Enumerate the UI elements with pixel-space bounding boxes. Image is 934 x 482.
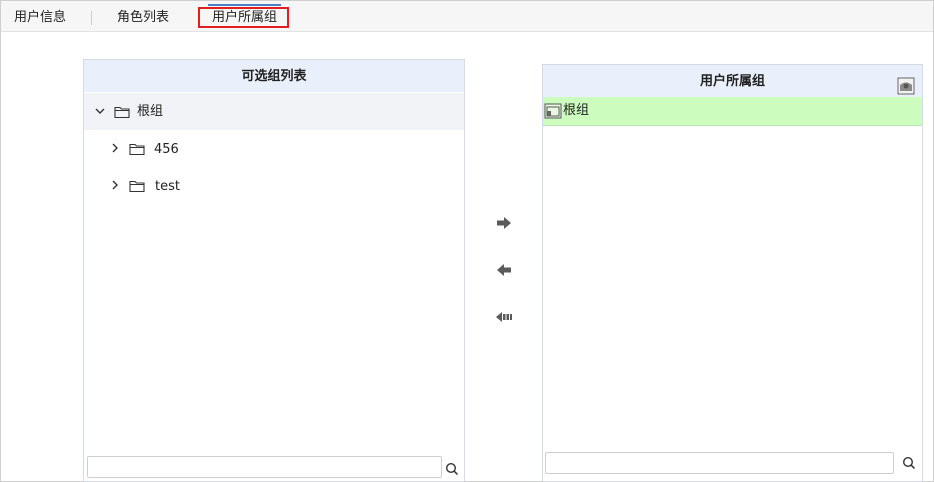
tab-role-list[interactable]: 角色列表	[117, 1, 169, 31]
user-groups-search-input[interactable]	[545, 452, 894, 474]
tab-bar: 用户信息 角色列表 用户所属组	[1, 1, 933, 32]
tree-node-456[interactable]: 456	[84, 130, 464, 167]
panel-title: 可选组列表	[84, 60, 464, 92]
tree-node-root[interactable]: 根组	[84, 93, 464, 130]
chevron-right-icon[interactable]	[109, 179, 121, 191]
group-settings-icon[interactable]	[897, 77, 915, 95]
folder-icon	[114, 106, 130, 119]
tree-node-label: test	[155, 179, 180, 194]
available-groups-panel: 可选组列表 根组 456 test	[83, 59, 465, 482]
add-arrow-button[interactable]	[495, 215, 513, 231]
user-groups-panel: 用户所属组 根组	[542, 64, 923, 482]
tree-node-label: 456	[154, 142, 179, 157]
tab-separator	[195, 11, 196, 25]
chevron-right-icon[interactable]	[109, 142, 121, 154]
tree-node-label: 根组	[137, 104, 164, 119]
folder-icon	[129, 143, 145, 156]
user-group-label: 根组	[563, 103, 590, 118]
folder-icon	[129, 180, 145, 193]
tree-node-test[interactable]: test	[84, 167, 464, 204]
tab-separator	[91, 11, 92, 25]
user-group-item[interactable]: 根组	[543, 97, 922, 126]
active-tab-highlight	[198, 7, 289, 28]
panel-title: 用户所属组	[543, 65, 922, 97]
search-icon[interactable]	[445, 462, 459, 476]
remove-all-arrow-button[interactable]	[495, 309, 513, 325]
remove-arrow-button[interactable]	[495, 262, 513, 278]
tab-user-info[interactable]: 用户信息	[14, 1, 66, 31]
search-icon[interactable]	[902, 456, 916, 470]
chevron-down-icon[interactable]	[94, 105, 106, 117]
available-groups-search-input[interactable]	[87, 456, 442, 478]
group-icon	[544, 103, 562, 119]
